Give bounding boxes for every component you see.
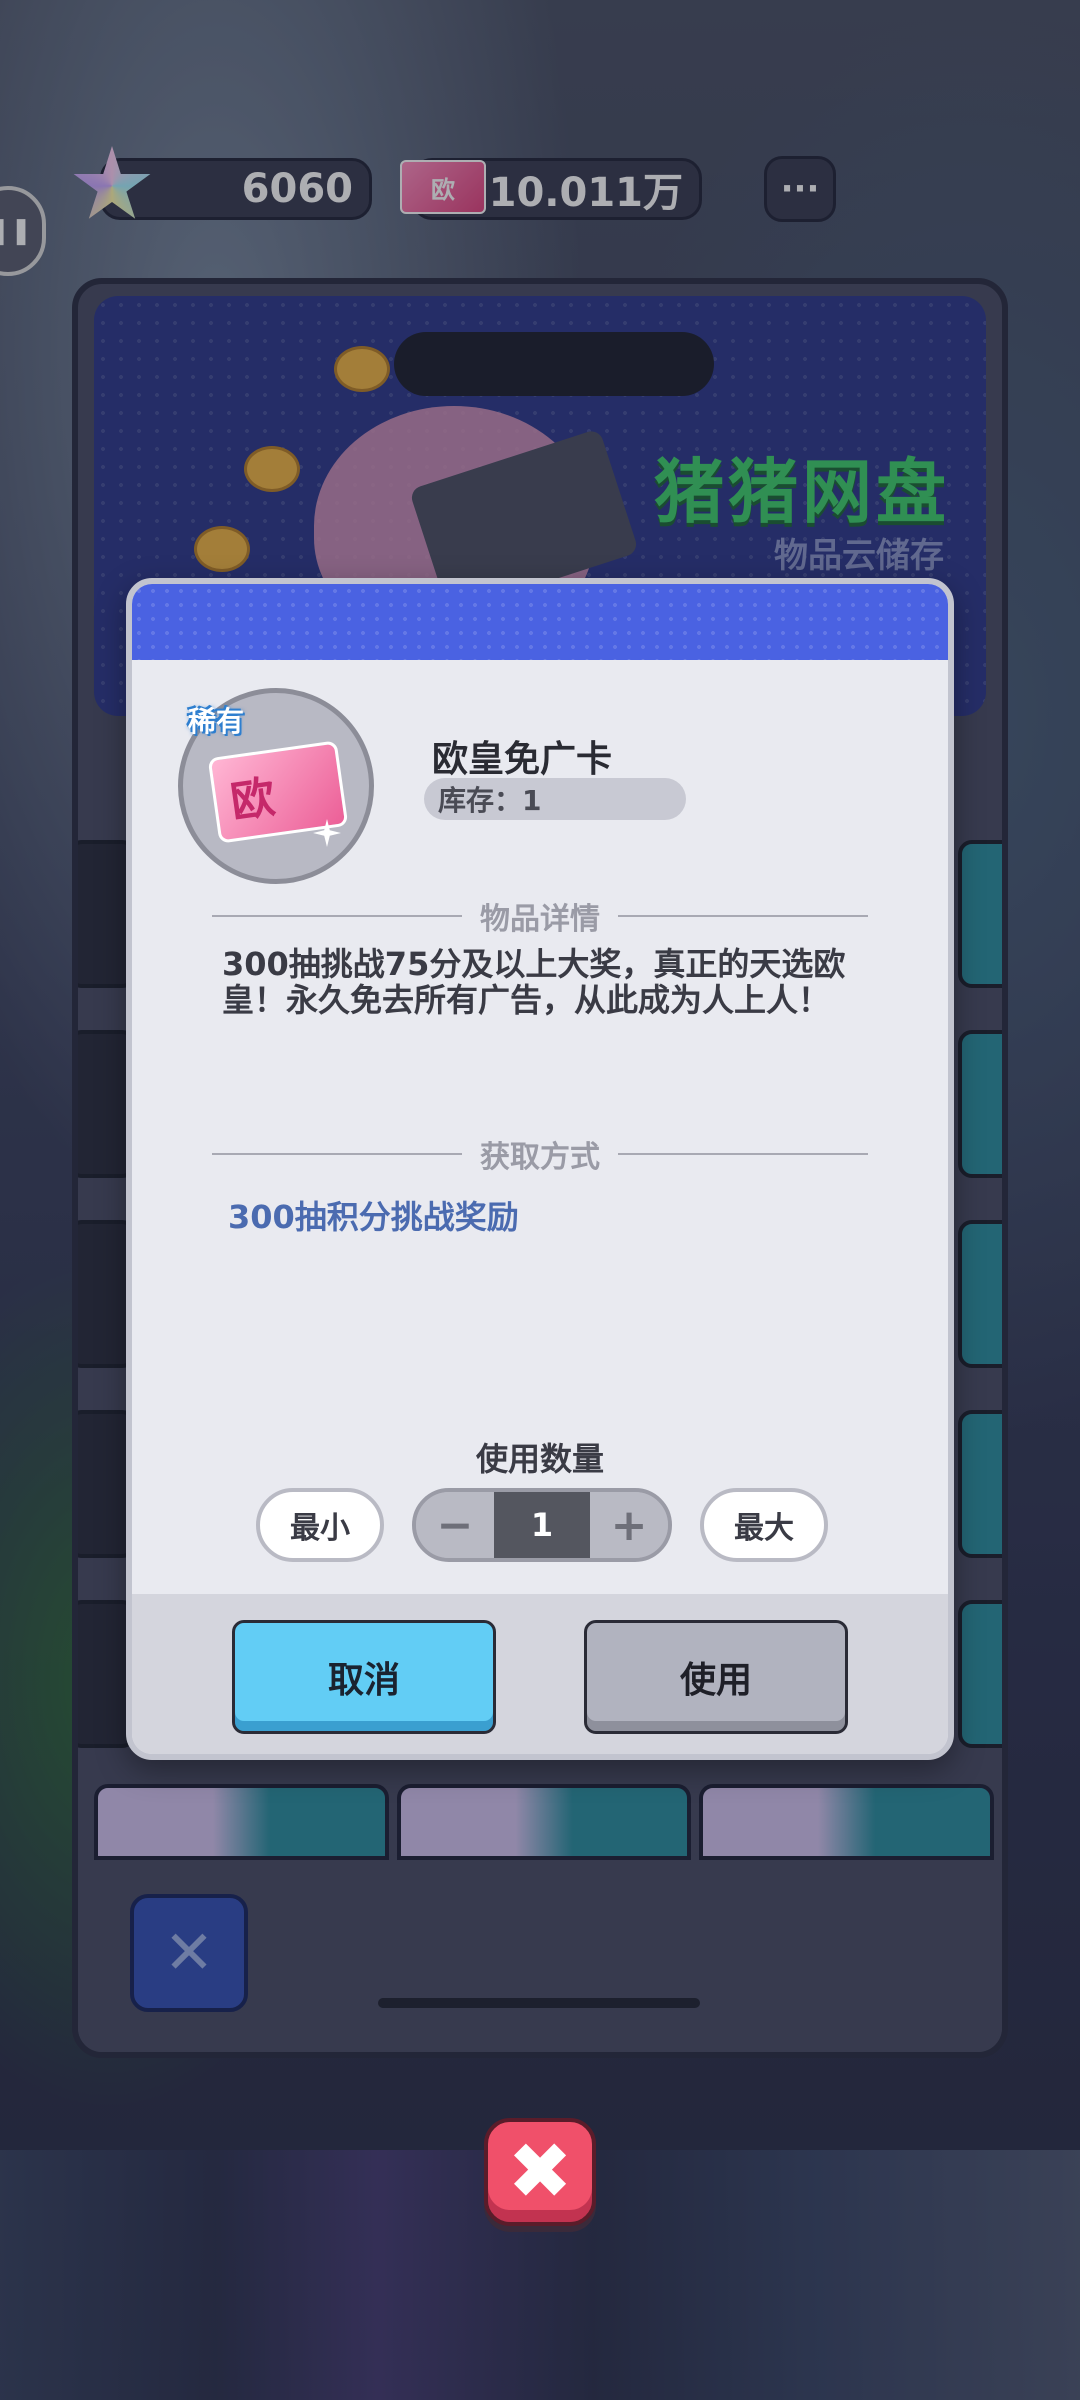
item-detail-dialog: 欧 稀有 欧皇免广卡 库存：1 物品详情 300抽挑战75分及以上大奖，真正的天… [126, 578, 954, 1760]
min-quantity-button[interactable]: 最小 [256, 1488, 384, 1562]
details-section-title: 物品详情 [212, 894, 868, 938]
decrement-button[interactable]: − [416, 1492, 494, 1558]
dialog-header-strip [132, 584, 948, 660]
quantity-value[interactable]: 1 [494, 1492, 590, 1558]
item-description: 300抽挑战75分及以上大奖，真正的天选欧皇！永久免去所有广告，从此成为人上人！ [222, 945, 846, 1019]
stock-count: 库存：1 [424, 778, 686, 820]
close-dialog-button[interactable]: ✖ [484, 2118, 596, 2226]
item-name: 欧皇免广卡 [432, 739, 613, 780]
rarity-badge: 稀有 [188, 705, 245, 738]
source-section-title: 获取方式 [212, 1132, 868, 1176]
quantity-label: 使用数量 [475, 1440, 604, 1478]
use-button[interactable]: 使用 [584, 1620, 848, 1734]
max-quantity-button[interactable]: 最大 [700, 1488, 828, 1562]
quantity-stepper: − 1 + [412, 1488, 672, 1562]
increment-button[interactable]: + [590, 1492, 668, 1558]
acquisition-method: 300抽积分挑战奖励 [228, 1198, 519, 1236]
close-icon: ✖ [507, 2127, 573, 2217]
cancel-button[interactable]: 取消 [232, 1620, 496, 1734]
